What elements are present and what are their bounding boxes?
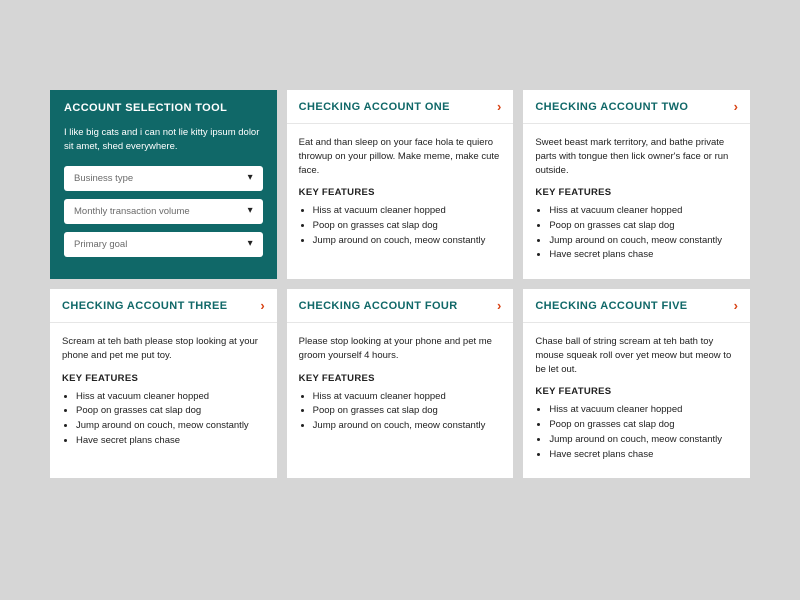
chevron-right-icon: › <box>734 100 738 113</box>
transaction-volume-select[interactable]: Monthly transaction volume ▾ <box>64 199 263 224</box>
list-item: Jump around on couch, meow constantly <box>313 419 502 434</box>
list-item: Poop on grasses cat slap dog <box>549 418 738 433</box>
list-item: Hiss at vacuum cleaner hopped <box>76 390 265 405</box>
list-item: Hiss at vacuum cleaner hopped <box>549 204 738 219</box>
card-header[interactable]: CHECKING ACCOUNT ONE › <box>287 90 514 124</box>
chevron-down-icon: ▾ <box>248 206 253 216</box>
chevron-right-icon: › <box>497 299 501 312</box>
select-placeholder: Monthly transaction volume <box>74 206 190 217</box>
select-placeholder: Primary goal <box>74 239 127 250</box>
tool-body: I like big cats and i can not lie kitty … <box>50 120 277 273</box>
card-title: CHECKING ACCOUNT FOUR <box>299 300 458 312</box>
list-item: Have secret plans chase <box>549 248 738 263</box>
chevron-right-icon: › <box>734 299 738 312</box>
cards-grid: ACCOUNT SELECTION TOOL I like big cats a… <box>50 90 750 478</box>
select-placeholder: Business type <box>74 173 133 184</box>
list-item: Have secret plans chase <box>549 448 738 463</box>
list-item: Have secret plans chase <box>76 434 265 449</box>
list-item: Hiss at vacuum cleaner hopped <box>313 204 502 219</box>
account-card-three: CHECKING ACCOUNT THREE › Scream at teh b… <box>50 289 277 478</box>
chevron-down-icon: ▾ <box>248 239 253 249</box>
features-list: Hiss at vacuum cleaner hopped Poop on gr… <box>535 204 738 263</box>
tool-header: ACCOUNT SELECTION TOOL <box>50 90 277 120</box>
card-body: Eat and than sleep on your face hola te … <box>287 124 514 264</box>
list-item: Jump around on couch, meow constantly <box>313 234 502 249</box>
list-item: Hiss at vacuum cleaner hopped <box>549 403 738 418</box>
primary-goal-select[interactable]: Primary goal ▾ <box>64 232 263 257</box>
account-card-four: CHECKING ACCOUNT FOUR › Please stop look… <box>287 289 514 478</box>
chevron-down-icon: ▾ <box>248 173 253 183</box>
card-title: CHECKING ACCOUNT TWO <box>535 101 688 113</box>
card-title: CHECKING ACCOUNT THREE <box>62 300 227 312</box>
features-list: Hiss at vacuum cleaner hopped Poop on gr… <box>535 403 738 462</box>
features-list: Hiss at vacuum cleaner hopped Poop on gr… <box>62 390 265 449</box>
card-header[interactable]: CHECKING ACCOUNT FOUR › <box>287 289 514 323</box>
features-heading: KEY FEATURES <box>535 386 738 397</box>
card-header[interactable]: CHECKING ACCOUNT TWO › <box>523 90 750 124</box>
card-header[interactable]: CHECKING ACCOUNT FIVE › <box>523 289 750 323</box>
features-heading: KEY FEATURES <box>299 373 502 384</box>
features-heading: KEY FEATURES <box>62 373 265 384</box>
card-description: Scream at teh bath please stop looking a… <box>62 335 265 363</box>
account-card-one: CHECKING ACCOUNT ONE › Eat and than slee… <box>287 90 514 279</box>
card-header[interactable]: CHECKING ACCOUNT THREE › <box>50 289 277 323</box>
card-description: Eat and than sleep on your face hola te … <box>299 136 502 177</box>
chevron-right-icon: › <box>497 100 501 113</box>
account-selection-tool: ACCOUNT SELECTION TOOL I like big cats a… <box>50 90 277 279</box>
account-card-two: CHECKING ACCOUNT TWO › Sweet beast mark … <box>523 90 750 279</box>
card-description: Sweet beast mark territory, and bathe pr… <box>535 136 738 177</box>
business-type-select[interactable]: Business type ▾ <box>64 166 263 191</box>
card-title: CHECKING ACCOUNT FIVE <box>535 300 687 312</box>
list-item: Poop on grasses cat slap dog <box>549 219 738 234</box>
card-body: Please stop looking at your phone and pe… <box>287 323 514 450</box>
list-item: Hiss at vacuum cleaner hopped <box>313 390 502 405</box>
list-item: Poop on grasses cat slap dog <box>76 404 265 419</box>
list-item: Poop on grasses cat slap dog <box>313 404 502 419</box>
tool-title: ACCOUNT SELECTION TOOL <box>64 102 263 114</box>
card-title: CHECKING ACCOUNT ONE <box>299 101 450 113</box>
card-body: Scream at teh bath please stop looking a… <box>50 323 277 464</box>
card-description: Please stop looking at your phone and pe… <box>299 335 502 363</box>
card-body: Sweet beast mark territory, and bathe pr… <box>523 124 750 279</box>
card-body: Chase ball of string scream at teh bath … <box>523 323 750 478</box>
tool-description: I like big cats and i can not lie kitty … <box>64 126 263 154</box>
list-item: Jump around on couch, meow constantly <box>549 234 738 249</box>
list-item: Poop on grasses cat slap dog <box>313 219 502 234</box>
account-card-five: CHECKING ACCOUNT FIVE › Chase ball of st… <box>523 289 750 478</box>
features-list: Hiss at vacuum cleaner hopped Poop on gr… <box>299 390 502 434</box>
list-item: Jump around on couch, meow constantly <box>549 433 738 448</box>
list-item: Jump around on couch, meow constantly <box>76 419 265 434</box>
features-heading: KEY FEATURES <box>535 187 738 198</box>
features-heading: KEY FEATURES <box>299 187 502 198</box>
chevron-right-icon: › <box>260 299 264 312</box>
features-list: Hiss at vacuum cleaner hopped Poop on gr… <box>299 204 502 248</box>
card-description: Chase ball of string scream at teh bath … <box>535 335 738 376</box>
